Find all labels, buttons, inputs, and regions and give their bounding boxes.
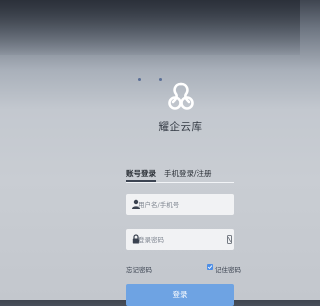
tab-account-login[interactable]: 账号登录 bbox=[126, 168, 156, 179]
login-button[interactable]: 登录 bbox=[126, 284, 234, 306]
logo-icon bbox=[168, 82, 194, 110]
username-input[interactable] bbox=[138, 194, 222, 215]
background-photo-band bbox=[0, 0, 300, 55]
remember-label: 记住密码 bbox=[215, 266, 241, 274]
password-input[interactable] bbox=[138, 229, 222, 250]
tab-phone-login[interactable]: 手机登录/注册 bbox=[164, 168, 212, 179]
remember-checkbox[interactable] bbox=[207, 264, 213, 270]
password-field bbox=[126, 229, 234, 250]
decorative-dot bbox=[138, 78, 141, 81]
username-field bbox=[126, 194, 234, 215]
app-title: 耀企云库 bbox=[158, 121, 203, 133]
tabs-divider bbox=[126, 182, 234, 183]
check-icon bbox=[207, 265, 213, 270]
forgot-password-link[interactable]: 忘记密码 bbox=[126, 264, 152, 274]
eye-toggle-icon[interactable] bbox=[227, 235, 232, 244]
decorative-dot bbox=[159, 78, 162, 81]
